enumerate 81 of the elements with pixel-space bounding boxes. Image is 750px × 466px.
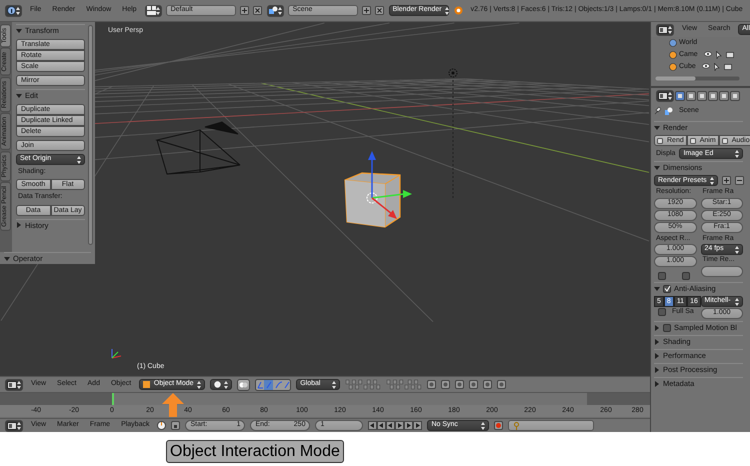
context-tab-icon[interactable] (730, 90, 740, 100)
editor-type-icon (7, 422, 17, 430)
up-down-arrows-icon (278, 6, 282, 14)
up-down-arrows-icon (16, 6, 20, 14)
up-down-arrows-icon (224, 380, 228, 388)
pivot-button[interactable] (237, 378, 250, 390)
context-tab-icon[interactable] (697, 90, 707, 100)
add-icon[interactable] (722, 176, 731, 186)
up-down-arrows-icon (735, 246, 739, 254)
time-remap-field[interactable] (700, 266, 743, 277)
up-down-arrows-icon (668, 26, 672, 34)
context-tab-icon[interactable] (708, 90, 718, 100)
pivot-icon (239, 380, 248, 388)
cube-drawing[interactable] (344, 172, 401, 228)
checkbox[interactable] (658, 272, 666, 280)
up-down-arrows-icon (668, 92, 672, 100)
small-square-icon (690, 138, 696, 144)
context-tab-icon[interactable] (675, 90, 685, 100)
scene-icon (268, 6, 278, 15)
editor-type-button[interactable] (656, 90, 674, 102)
cube-icon (143, 381, 150, 388)
keying-set-field[interactable] (508, 420, 594, 431)
close-icon[interactable] (374, 6, 384, 15)
add-icon[interactable] (240, 6, 249, 15)
close-icon[interactable] (252, 6, 262, 15)
blender-logo-icon (454, 6, 463, 15)
transform-gizmo-drawing[interactable] (366, 151, 412, 219)
caption-label: Object Interaction Mode (166, 440, 344, 463)
layers-grid-icon[interactable] (386, 379, 422, 390)
scene-icon (665, 107, 673, 116)
up-down-arrows-icon (444, 6, 449, 14)
pin-icon[interactable] (654, 107, 661, 116)
circle-icon[interactable] (441, 380, 450, 389)
key-icon (513, 422, 520, 430)
play-reverse-icon[interactable] (386, 421, 396, 430)
scene-type-button[interactable] (266, 4, 284, 16)
up-down-arrows-icon (735, 298, 739, 306)
editor-type-icon (658, 92, 668, 100)
editor-type-icon (7, 380, 17, 388)
info-icon (7, 6, 16, 15)
manipulator-icon[interactable] (255, 378, 292, 390)
small-square-icon (657, 138, 663, 144)
editor-type-icon (658, 26, 668, 34)
checkbox[interactable] (682, 272, 690, 280)
shading-dropdown[interactable] (210, 379, 232, 390)
up-down-arrows-icon (156, 6, 160, 14)
editor-type-button[interactable] (5, 420, 23, 432)
small-square-icon (722, 138, 728, 144)
up-down-arrows-icon (197, 380, 202, 388)
pointer-arrow-icon (162, 393, 184, 417)
up-down-arrows-icon (17, 422, 21, 430)
play-icon[interactable] (395, 421, 404, 430)
eye-icon[interactable] (702, 63, 710, 69)
up-down-arrows-icon (735, 150, 739, 158)
checkmark-icon (664, 285, 670, 292)
layers-grid-icon[interactable] (345, 379, 382, 390)
editor-type-button[interactable] (656, 24, 674, 36)
axes-icon (112, 348, 122, 358)
editor-type-button[interactable] (5, 4, 22, 16)
layout-type-button[interactable] (144, 4, 162, 16)
sphere-icon (214, 381, 222, 388)
scrollbar-icon (88, 25, 93, 245)
checkbox[interactable] (658, 308, 666, 316)
up-down-arrows-icon (332, 380, 336, 388)
remove-icon[interactable] (734, 176, 744, 186)
lamp-drawing[interactable] (448, 68, 458, 200)
up-down-arrows-icon (17, 380, 21, 388)
up-down-arrows-icon (77, 156, 81, 164)
up-down-arrows-icon (481, 422, 486, 430)
context-tab-icon[interactable] (686, 90, 696, 100)
checkbox[interactable] (663, 324, 671, 332)
checkbox[interactable] (663, 284, 671, 293)
context-tab-icon[interactable] (719, 90, 729, 100)
scrollbar-icon (655, 76, 740, 81)
add-icon[interactable] (362, 6, 371, 15)
up-down-arrows-icon (710, 176, 714, 185)
record-icon[interactable] (494, 421, 504, 430)
layout-icon (146, 6, 156, 15)
keyframe-icon[interactable] (157, 421, 166, 430)
editor-type-button[interactable] (5, 378, 23, 390)
eye-icon[interactable] (704, 51, 712, 57)
